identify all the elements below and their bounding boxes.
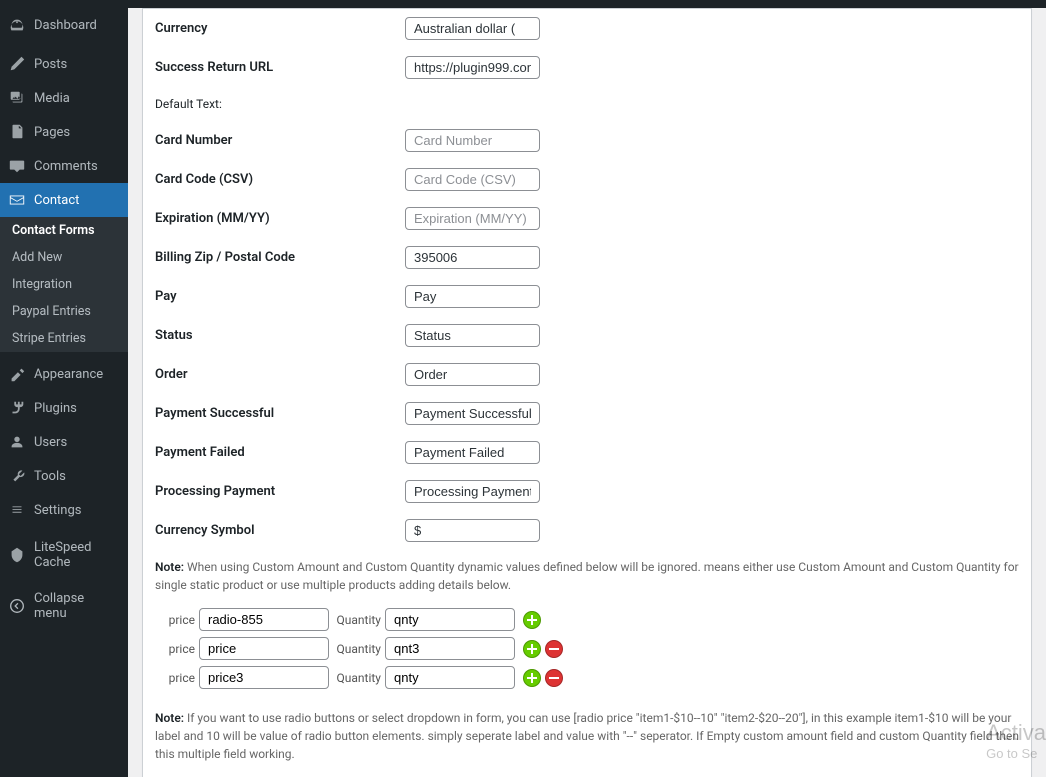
note-text: If you want to use radio buttons or sele… xyxy=(155,711,1019,761)
sidebar-item-tools[interactable]: Tools xyxy=(0,459,128,493)
remove-row-button[interactable] xyxy=(545,640,563,658)
card-number-label: Card Number xyxy=(143,133,405,148)
price-input[interactable] xyxy=(199,608,329,631)
price-input[interactable] xyxy=(199,666,329,689)
add-row-button[interactable] xyxy=(523,640,541,658)
qty-input[interactable] xyxy=(385,608,515,631)
card-code-label: Card Code (CSV) xyxy=(143,172,405,187)
sidebar-item-settings[interactable]: Settings xyxy=(0,493,128,527)
sidebar-item-posts[interactable]: Posts xyxy=(0,47,128,81)
note-prefix: Note: xyxy=(155,711,184,725)
price-label: price xyxy=(155,613,195,627)
product-row: price Quantity xyxy=(155,637,1019,660)
sidebar-sub-contact-forms[interactable]: Contact Forms xyxy=(0,217,128,244)
admin-sidebar: Dashboard Posts Media Pages Comments Con… xyxy=(0,8,128,777)
order-label: Order xyxy=(143,367,405,382)
note-products: Note: When using Custom Amount and Custo… xyxy=(143,550,1031,602)
processing-input[interactable] xyxy=(405,480,540,503)
zip-input[interactable] xyxy=(405,246,540,269)
card-number-input[interactable] xyxy=(405,129,540,152)
add-row-button[interactable] xyxy=(523,669,541,687)
sidebar-item-collapse[interactable]: Collapse menu xyxy=(0,583,128,629)
pay-input[interactable] xyxy=(405,285,540,308)
qty-label: Quantity xyxy=(333,642,381,656)
qty-input[interactable] xyxy=(385,666,515,689)
product-row: price Quantity xyxy=(155,608,1019,631)
payment-success-input[interactable] xyxy=(405,402,540,425)
default-text-heading: Default Text: xyxy=(143,87,1031,121)
note-text: When using Custom Amount and Custom Quan… xyxy=(155,560,1019,592)
payment-success-label: Payment Successful xyxy=(143,406,405,421)
products-block: price Quantity price Quantity xyxy=(143,602,1031,701)
sidebar-sub-add-new[interactable]: Add New xyxy=(0,244,128,271)
currency-symbol-label: Currency Symbol xyxy=(143,523,405,538)
nav-label: Dashboard xyxy=(34,18,97,33)
expiration-label: Expiration (MM/YY) xyxy=(143,211,405,226)
sidebar-item-users[interactable]: Users xyxy=(0,425,128,459)
settings-panel: Currency Australian dollar (AUD) Success… xyxy=(142,8,1032,777)
qty-label: Quantity xyxy=(333,671,381,685)
status-input[interactable] xyxy=(405,324,540,347)
sidebar-item-plugins[interactable]: Plugins xyxy=(0,391,128,425)
return-url-label: Success Return URL xyxy=(143,60,405,75)
nav-label: Tools xyxy=(34,469,66,484)
nav-label: Users xyxy=(34,435,67,450)
sidebar-item-dashboard[interactable]: Dashboard xyxy=(0,8,128,42)
nav-label: Appearance xyxy=(34,367,103,382)
processing-label: Processing Payment xyxy=(143,484,405,499)
sidebar-item-appearance[interactable]: Appearance xyxy=(0,357,128,391)
payment-failed-label: Payment Failed xyxy=(143,445,405,460)
status-label: Status xyxy=(143,328,405,343)
qty-label: Quantity xyxy=(333,613,381,627)
order-input[interactable] xyxy=(405,363,540,386)
sidebar-item-pages[interactable]: Pages xyxy=(0,115,128,149)
currency-label: Currency xyxy=(143,21,405,36)
admin-topbar xyxy=(0,0,1046,8)
sidebar-sub-integration[interactable]: Integration xyxy=(0,271,128,298)
payment-failed-input[interactable] xyxy=(405,441,540,464)
note-radio: Note: If you want to use radio buttons o… xyxy=(143,701,1031,771)
remove-row-button[interactable] xyxy=(545,669,563,687)
qty-input[interactable] xyxy=(385,637,515,660)
product-row: price Quantity xyxy=(155,666,1019,689)
sidebar-item-comments[interactable]: Comments xyxy=(0,149,128,183)
currency-select[interactable]: Australian dollar (AUD) xyxy=(405,17,540,40)
nav-label: Pages xyxy=(34,125,70,140)
nav-label: Posts xyxy=(34,57,67,72)
sidebar-submenu: Contact Forms Add New Integration Paypal… xyxy=(0,217,128,352)
nav-label: LiteSpeed Cache xyxy=(34,540,120,570)
expiration-input[interactable] xyxy=(405,207,540,230)
nav-label: Settings xyxy=(34,503,81,518)
pay-label: Pay xyxy=(143,289,405,304)
currency-symbol-input[interactable] xyxy=(405,519,540,542)
price-label: price xyxy=(155,671,195,685)
nav-label: Plugins xyxy=(34,401,77,416)
return-url-input[interactable] xyxy=(405,56,540,79)
sidebar-item-contact[interactable]: Contact xyxy=(0,183,128,217)
note-prefix: Note: xyxy=(155,560,184,574)
nav-label: Contact xyxy=(34,193,79,208)
add-row-button[interactable] xyxy=(523,611,541,629)
nav-label: Comments xyxy=(34,159,98,174)
zip-label: Billing Zip / Postal Code xyxy=(143,250,405,265)
nav-label: Media xyxy=(34,91,70,106)
sidebar-sub-stripe-entries[interactable]: Stripe Entries xyxy=(0,325,128,352)
nav-label: Collapse menu xyxy=(34,591,120,621)
sidebar-item-media[interactable]: Media xyxy=(0,81,128,115)
price-input[interactable] xyxy=(199,637,329,660)
card-code-input[interactable] xyxy=(405,168,540,191)
price-label: price xyxy=(155,642,195,656)
main-content: Currency Australian dollar (AUD) Success… xyxy=(128,8,1046,777)
sidebar-item-litespeed[interactable]: LiteSpeed Cache xyxy=(0,532,128,578)
sidebar-sub-paypal-entries[interactable]: Paypal Entries xyxy=(0,298,128,325)
